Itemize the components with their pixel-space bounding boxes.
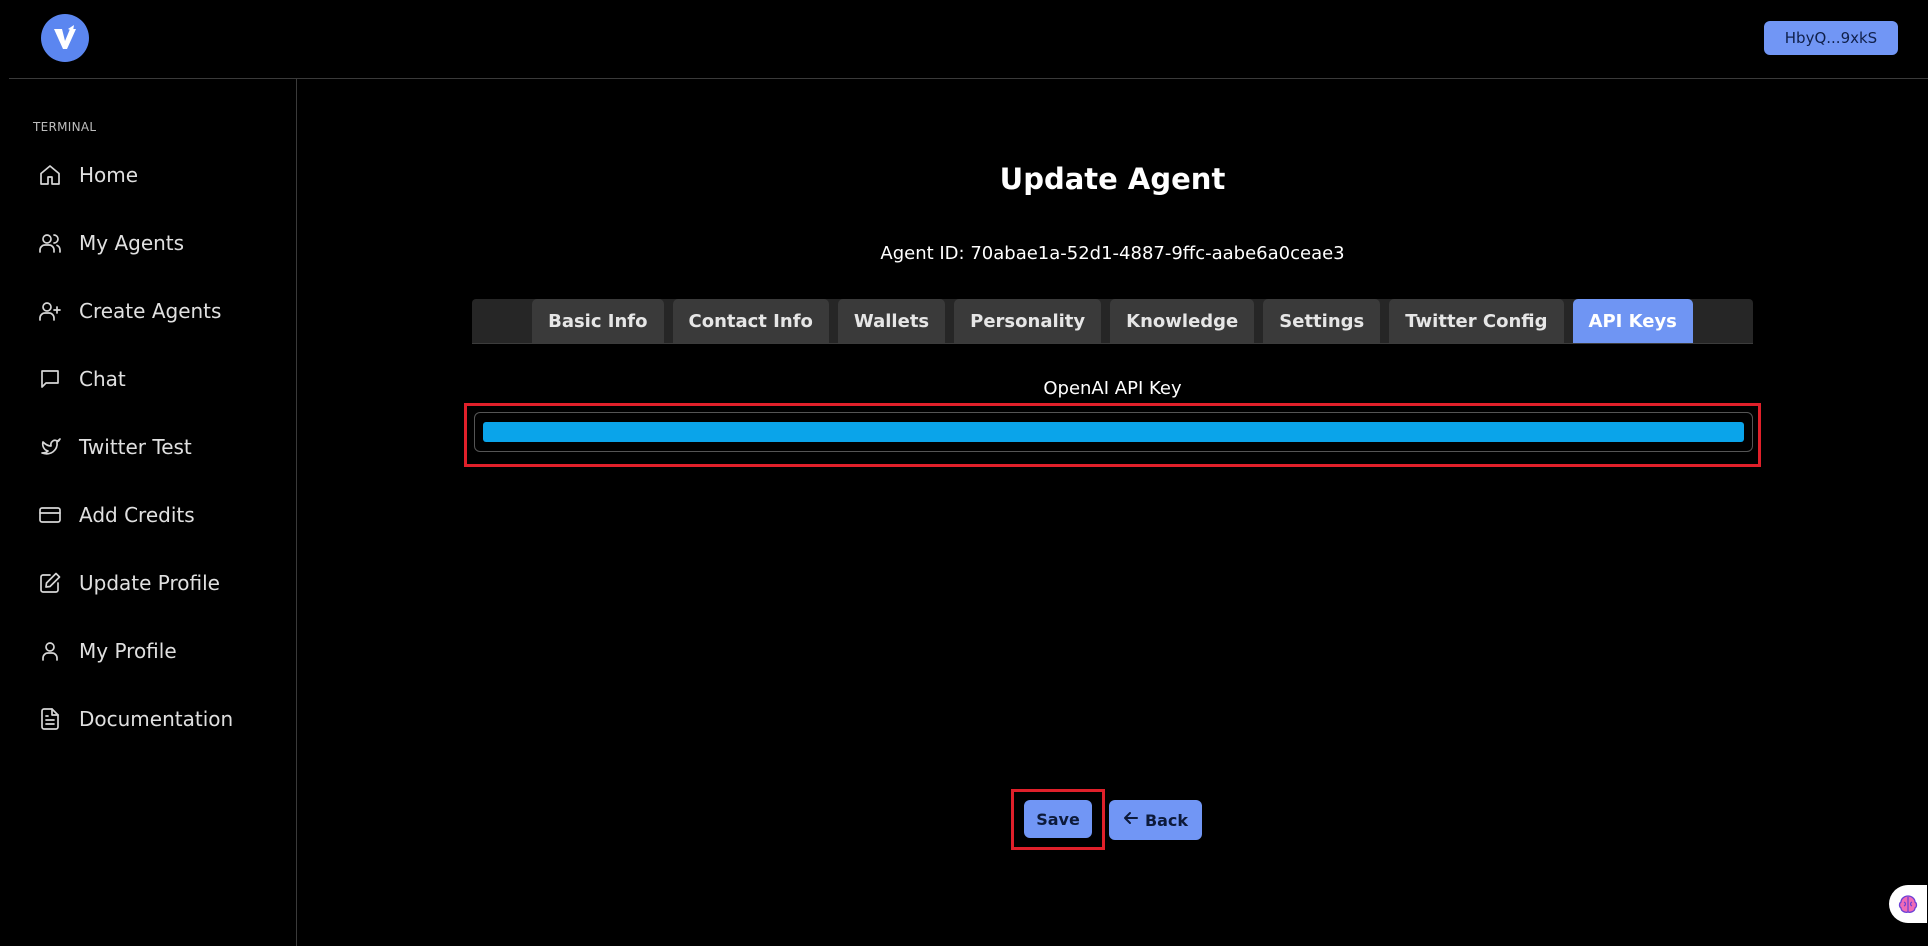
sidebar-section-label: TERMINAL [33, 120, 97, 134]
tab-wallets[interactable]: Wallets [837, 299, 946, 343]
tab-knowledge[interactable]: Knowledge [1110, 299, 1255, 343]
agent-id-text: Agent ID: 70abae1a-52d1-4887-9ffc-aabe6a… [880, 243, 1345, 264]
sidebar-item-label: My Agents [79, 231, 185, 255]
user-icon [37, 638, 63, 664]
user-plus-icon [37, 298, 63, 324]
tab-basic-info[interactable]: Basic Info [532, 299, 664, 343]
twitter-icon [37, 434, 63, 460]
sidebar-item-label: My Profile [79, 639, 177, 663]
tab-bar: Basic Info Contact Info Wallets Personal… [472, 299, 1753, 344]
document-icon [37, 706, 63, 732]
tab-settings[interactable]: Settings [1263, 299, 1381, 343]
openai-api-key-input[interactable] [474, 412, 1753, 452]
page-title: Update Agent [999, 162, 1226, 196]
tab-api-keys[interactable]: API Keys [1572, 299, 1693, 343]
sidebar-item-home[interactable]: Home [37, 155, 287, 195]
sidebar-item-update-profile[interactable]: Update Profile [37, 563, 287, 603]
sidebar-item-my-profile[interactable]: My Profile [37, 631, 287, 671]
back-button[interactable]: Back [1109, 800, 1202, 840]
edit-icon [37, 570, 63, 596]
sidebar-item-add-credits[interactable]: Add Credits [37, 495, 287, 535]
sidebar-item-twitter-test[interactable]: Twitter Test [37, 427, 287, 467]
home-icon [37, 162, 63, 188]
openai-api-key-label: OpenAI API Key [1043, 378, 1182, 399]
assistant-brain-icon[interactable] [1889, 885, 1927, 923]
sidebar-item-label: Documentation [79, 707, 234, 731]
tab-contact-info[interactable]: Contact Info [672, 299, 829, 343]
api-key-selected-text [483, 422, 1744, 442]
sidebar-item-create-agents[interactable]: Create Agents [37, 291, 287, 331]
app-logo-icon[interactable] [41, 14, 89, 62]
wallet-address-button[interactable]: HbyQ...9xkS [1764, 21, 1898, 55]
chat-icon [37, 366, 63, 392]
sidebar-item-label: Home [79, 163, 139, 187]
sidebar-item-my-agents[interactable]: My Agents [37, 223, 287, 263]
sidebar-item-label: Create Agents [79, 299, 222, 323]
save-button[interactable]: Save [1024, 800, 1092, 838]
sidebar-item-label: Twitter Test [79, 435, 192, 459]
users-icon [37, 230, 63, 256]
sidebar-item-label: Add Credits [79, 503, 195, 527]
back-button-label: Back [1144, 810, 1189, 830]
tab-personality[interactable]: Personality [954, 299, 1102, 343]
tab-twitter-config[interactable]: Twitter Config [1389, 299, 1564, 343]
arrow-left-icon [1123, 810, 1139, 830]
sidebar-item-chat[interactable]: Chat [37, 359, 287, 399]
sidebar-item-label: Chat [79, 367, 126, 391]
sidebar-item-documentation[interactable]: Documentation [37, 699, 287, 739]
top-bar: HbyQ...9xkS [9, 0, 1928, 79]
credit-card-icon [37, 502, 63, 528]
sidebar-item-label: Update Profile [79, 571, 220, 595]
sidebar: TERMINAL Home My Agents Create Agents Ch… [9, 79, 297, 946]
